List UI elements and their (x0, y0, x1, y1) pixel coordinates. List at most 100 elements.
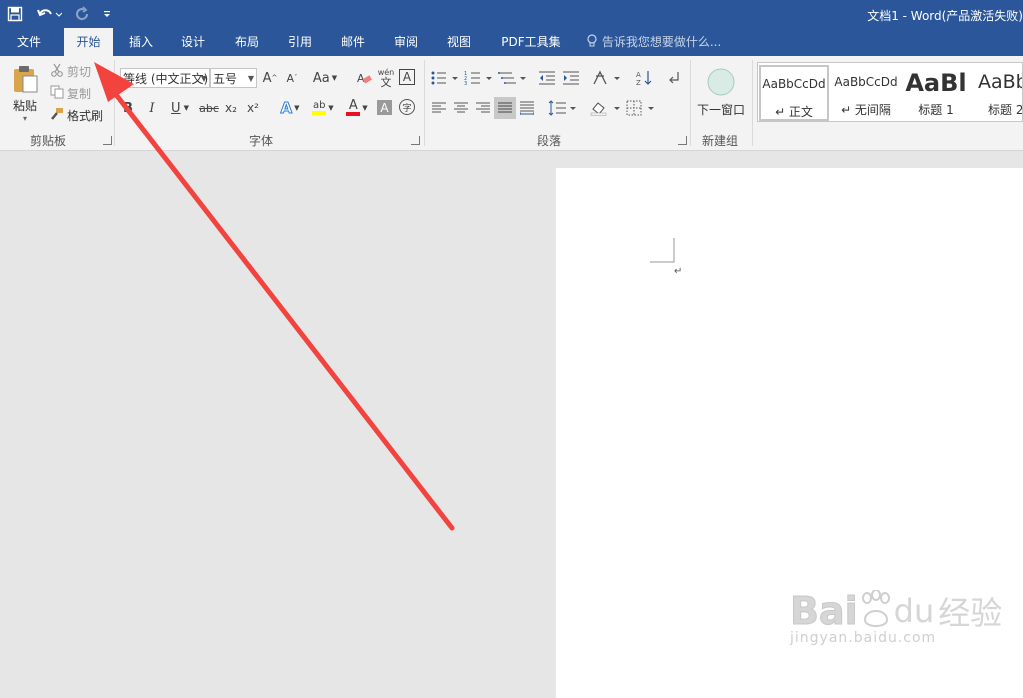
chevron-down-icon: ▼ (362, 104, 368, 112)
font-color-button[interactable]: A ▼ (342, 98, 372, 118)
style-name: 标题 1 (918, 103, 954, 117)
decrease-indent-icon[interactable] (538, 68, 556, 88)
paste-button[interactable]: 粘贴 ▾ (6, 62, 44, 124)
separator (752, 60, 753, 146)
subscript-button[interactable]: x₂ (222, 98, 240, 118)
text-effects-button[interactable]: A ▼ (276, 98, 304, 118)
change-case-button[interactable]: Aa ▼ (310, 68, 340, 88)
baidu-watermark: Bai du 经验 jingyan.baidu.com (790, 588, 1002, 646)
save-icon[interactable] (4, 4, 26, 24)
clipboard-launcher-icon[interactable] (103, 136, 112, 145)
tab-references[interactable]: 引用 (277, 28, 323, 56)
paragraph-group-label: 段落 (537, 134, 562, 148)
increase-indent-icon[interactable] (562, 68, 580, 88)
align-right-icon[interactable] (474, 98, 492, 118)
separator (690, 60, 691, 146)
font-size-combo[interactable]: 五号 ▼ (210, 68, 257, 88)
chevron-down-icon: ▼ (183, 104, 189, 112)
character-border-button[interactable]: A (399, 69, 415, 85)
paintbrush-icon (50, 107, 64, 124)
phonetic-guide-button[interactable]: wén 文 (377, 66, 395, 90)
style-heading-1[interactable]: AaBl 标题 1 (904, 65, 968, 121)
clear-formatting-icon[interactable]: A (355, 68, 373, 88)
format-painter-label: 格式刷 (67, 108, 104, 123)
show-formatting-marks-icon[interactable] (666, 68, 682, 88)
phonetic-bottom: 文 (380, 76, 392, 89)
watermark-bai: Bai (790, 589, 859, 634)
align-center-icon[interactable] (452, 98, 470, 118)
tab-pdf-tools[interactable]: PDF工具集 (492, 28, 570, 56)
tell-me-box[interactable]: 告诉我您想要做什么... (586, 28, 721, 56)
underline-button[interactable]: U ▼ (166, 98, 194, 118)
multilevel-list-icon[interactable] (498, 68, 528, 88)
tab-home[interactable]: 开始 (64, 28, 113, 56)
circle-icon (705, 66, 737, 101)
highlight-color-button[interactable]: ab ▼ (308, 98, 338, 118)
shrink-font-icon[interactable]: Aˇ (284, 68, 300, 88)
italic-button[interactable]: I (144, 98, 160, 118)
distributed-icon[interactable] (518, 98, 536, 118)
paragraph-mark: ↵ (674, 266, 683, 277)
chevron-down-icon: ▼ (200, 74, 207, 83)
watermark-jingyan: 经验 (938, 594, 1003, 632)
style-normal[interactable]: AaBbCcDd ↵ 正文 (759, 65, 829, 121)
tab-layout[interactable]: 布局 (224, 28, 270, 56)
bold-button[interactable]: B (120, 98, 136, 118)
character-shading-button[interactable]: A (377, 100, 392, 115)
paste-label: 粘贴 (12, 98, 37, 113)
watermark-du: du (893, 592, 935, 630)
ribbon: 粘贴 ▾ 剪切 复制 格式刷 剪贴板 等线 (中文正文) ▼ 五号 ▼ A ^ A… (0, 56, 1023, 151)
highlighter-icon: ab (312, 101, 327, 115)
style-no-spacing[interactable]: AaBbCcDd ↵ 无间隔 (833, 65, 899, 121)
tab-mailings[interactable]: 邮件 (330, 28, 376, 56)
enclose-characters-button[interactable]: 字 (399, 99, 415, 115)
format-painter-button[interactable]: 格式刷 (50, 106, 103, 124)
style-sample: AaBbCcDd (762, 77, 826, 91)
chevron-down-icon: ▼ (247, 74, 254, 83)
next-window-label: 下一窗口 (696, 103, 745, 117)
copy-label: 复制 (67, 86, 92, 101)
align-left-icon[interactable] (430, 98, 448, 118)
tab-file[interactable]: 文件 (0, 28, 58, 56)
character-border-label: A (402, 70, 412, 84)
tab-insert[interactable]: 插入 (118, 28, 164, 56)
paste-dropdown-icon[interactable]: ▾ (23, 114, 27, 123)
tell-me-text: 告诉我您想要做什么... (601, 35, 722, 49)
line-spacing-icon[interactable] (548, 98, 578, 118)
tab-design[interactable]: 设计 (170, 28, 216, 56)
next-window-button[interactable]: 下一窗口 (694, 62, 748, 122)
title-bar: 文档1 - Word(产品激活失败) (0, 0, 1023, 28)
styles-gallery[interactable]: AaBbCcDd ↵ 正文 AaBbCcDd ↵ 无间隔 AaBl 标题 1 A… (757, 62, 1023, 122)
justify-icon[interactable] (494, 97, 516, 119)
font-name-combo[interactable]: 等线 (中文正文) ▼ (120, 68, 210, 88)
chevron-down-icon: ▼ (328, 104, 334, 112)
margin-corner-mark (650, 238, 675, 263)
borders-icon[interactable] (626, 98, 656, 118)
ribbon-tabs: 文件 开始 插入 设计 布局 引用 邮件 审阅 视图 PDF工具集 告诉我您想要… (0, 28, 1023, 56)
grow-font-icon[interactable]: A ^ (262, 68, 278, 88)
sort-icon[interactable]: AZ (634, 68, 654, 88)
paste-icon (10, 64, 40, 97)
superscript-button[interactable]: x² (244, 98, 262, 118)
customize-quick-access-icon[interactable] (100, 4, 114, 24)
tab-view[interactable]: 视图 (436, 28, 482, 56)
style-heading-2[interactable]: AaBb 标题 2 (972, 65, 1022, 121)
clipboard-group-label: 剪贴板 (30, 134, 67, 148)
scissors-icon (50, 63, 64, 80)
separator (424, 60, 425, 146)
font-color-icon: A (346, 99, 361, 116)
cut-button[interactable]: 剪切 (50, 62, 91, 80)
lightbulb-icon (586, 34, 602, 49)
tab-review[interactable]: 审阅 (383, 28, 429, 56)
numbering-icon[interactable]: 123 (464, 68, 494, 88)
change-case-label: Aa (312, 70, 330, 86)
shading-icon[interactable] (590, 98, 622, 118)
redo-icon[interactable] (72, 4, 94, 24)
paragraph-launcher-icon[interactable] (678, 136, 687, 145)
chinese-layout-icon[interactable] (592, 68, 622, 88)
font-launcher-icon[interactable] (411, 136, 420, 145)
strikethrough-button[interactable]: abc (198, 98, 220, 118)
undo-icon[interactable] (32, 4, 66, 24)
copy-button[interactable]: 复制 (50, 84, 91, 102)
bullets-icon[interactable] (430, 68, 460, 88)
